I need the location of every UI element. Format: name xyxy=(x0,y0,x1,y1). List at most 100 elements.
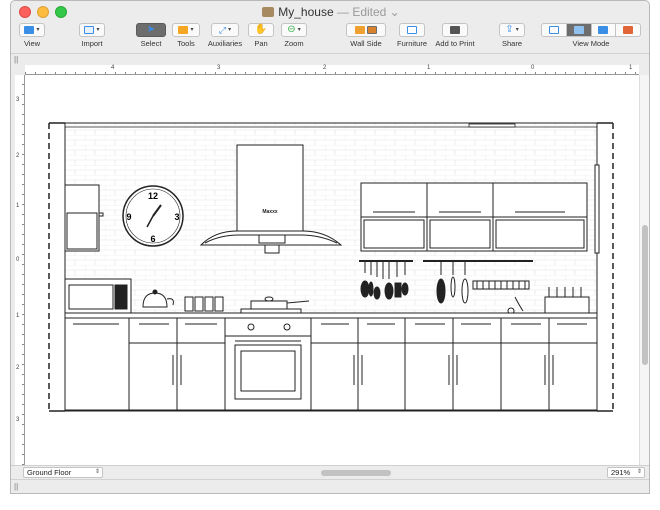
view-mode-2d-button[interactable] xyxy=(542,24,567,36)
furniture-button[interactable] xyxy=(399,23,425,37)
vertical-scroll-thumb[interactable] xyxy=(642,225,648,365)
kitchen-elevation-drawing[interactable]: 12 3 6 9 Maxxx xyxy=(25,75,639,465)
window-title: My_house — Edited ⌄ xyxy=(11,5,649,19)
panel-handle-icon[interactable]: || xyxy=(14,55,18,64)
zoom-label: Zoom xyxy=(284,39,304,48)
app-window: My_house — Edited ⌄ ▾ View ▾ Import ➤ Se… xyxy=(10,0,650,494)
furniture-tool[interactable]: Furniture xyxy=(395,23,429,48)
printer-icon xyxy=(450,26,460,34)
wall-side-a-icon xyxy=(355,26,365,34)
top-status-strip: || xyxy=(11,53,649,65)
tools-tool[interactable]: ▾ Tools xyxy=(171,23,201,48)
chevron-down-icon: ▾ xyxy=(228,27,232,33)
share-button[interactable]: ⇪ ▾ xyxy=(499,23,525,37)
ruler-label: 0 xyxy=(531,65,535,71)
ceiling-vent xyxy=(468,123,516,128)
view-label: View xyxy=(23,39,41,48)
cursor-arrow-icon: ➤ xyxy=(146,24,156,35)
add-to-print-label: Add to Print xyxy=(435,39,475,48)
zoom-level-value: 291% xyxy=(611,468,631,477)
import-icon xyxy=(84,26,95,34)
auxiliaries-tool[interactable]: ⤢ ▾ Auxiliaries xyxy=(205,23,245,48)
title-separator: — xyxy=(336,5,349,19)
chevron-down-icon: ▾ xyxy=(515,27,519,33)
zoom-tool[interactable]: ⊖ ▾ Zoom xyxy=(279,23,309,48)
add-to-print-button[interactable] xyxy=(442,23,468,37)
ruler-label: 3 xyxy=(217,65,221,71)
clock-number: 9 xyxy=(126,212,131,222)
wall-tool-icon xyxy=(178,26,189,34)
title-bar: My_house — Edited ⌄ xyxy=(11,1,649,23)
view-mode-tool[interactable]: View Mode xyxy=(539,23,643,48)
select-button[interactable]: ➤ xyxy=(136,23,166,37)
auxiliaries-button[interactable]: ⤢ ▾ xyxy=(211,23,239,37)
floor-selector[interactable]: Ground Floor ⇕ xyxy=(23,467,103,478)
ruler-label: 3 xyxy=(16,417,20,423)
ruler-label: 1 xyxy=(629,65,633,71)
magnifier-icon: ⊖ xyxy=(287,24,296,35)
import-label: Import xyxy=(81,39,103,48)
vertical-scrollbar[interactable] xyxy=(639,75,649,465)
wall-side-button[interactable] xyxy=(346,23,386,37)
share-tool[interactable]: ⇪ ▾ Share xyxy=(497,23,527,48)
zoom-level-selector[interactable]: 291% ⇕ xyxy=(607,467,645,478)
pan-button[interactable]: ✋ xyxy=(248,23,274,37)
view-mode-segmented[interactable] xyxy=(541,23,641,37)
view-mode-render-button[interactable] xyxy=(616,24,640,36)
select-label: Select xyxy=(140,39,162,48)
tools-button[interactable]: ▾ xyxy=(172,23,200,37)
pan-tool[interactable]: ✋ Pan xyxy=(247,23,275,48)
ruler-label: 1 xyxy=(16,313,20,319)
view-button[interactable]: ▾ xyxy=(19,23,45,37)
bottom-status-strip: || xyxy=(11,479,649,493)
ruler-label: 2 xyxy=(323,65,327,71)
horizontal-scroll-thumb[interactable] xyxy=(321,470,391,476)
clock-number: 6 xyxy=(150,234,155,244)
ruler-label: 3 xyxy=(16,97,20,103)
horizontal-scrollbar[interactable] xyxy=(111,469,601,477)
bottom-bar: Ground Floor ⇕ 291% ⇕ xyxy=(11,465,649,479)
import-tool[interactable]: ▾ Import xyxy=(77,23,107,48)
oven xyxy=(224,317,312,411)
document-icon xyxy=(262,7,275,17)
import-button[interactable]: ▾ xyxy=(79,23,105,37)
ruler-label: 1 xyxy=(16,203,20,209)
chevron-down-icon: ▾ xyxy=(96,27,100,33)
share-label: Share xyxy=(501,39,522,48)
ruler-label: 4 xyxy=(111,65,115,71)
furniture-label: Furniture xyxy=(396,39,427,48)
edited-status[interactable]: Edited xyxy=(352,5,386,19)
countertop xyxy=(64,312,598,319)
house-3d-icon xyxy=(598,26,609,34)
base-cabinets xyxy=(64,317,598,411)
furniture-icon xyxy=(407,26,417,34)
pan-label: Pan xyxy=(254,39,268,48)
wall-side-b-icon xyxy=(367,26,377,34)
select-tool[interactable]: ➤ Select xyxy=(135,23,167,48)
clock-number: 12 xyxy=(148,191,158,201)
panel-handle-icon[interactable]: || xyxy=(14,482,18,491)
left-wall-cabinet xyxy=(64,184,104,252)
vertical-ruler: 3 2 1 0 1 2 3 xyxy=(15,75,25,465)
chevron-down-icon: ▾ xyxy=(190,27,194,33)
chevron-down-icon: ▾ xyxy=(36,27,40,33)
wall-side-tool[interactable]: Wall Side xyxy=(345,23,387,48)
render-icon xyxy=(623,26,634,34)
wall-side-label: Wall Side xyxy=(350,39,382,48)
view-mode-3d-button[interactable] xyxy=(592,24,617,36)
sidebar-view-icon xyxy=(24,26,35,34)
add-to-print-tool[interactable]: Add to Print xyxy=(431,23,479,48)
ruler-label: 2 xyxy=(16,365,20,371)
clock-number: 3 xyxy=(174,212,179,222)
auxiliaries-label: Auxiliaries xyxy=(207,39,243,48)
right-wall-edge xyxy=(594,164,600,254)
zoom-button[interactable]: ⊖ ▾ xyxy=(281,23,307,37)
drawing-canvas[interactable]: 12 3 6 9 Maxxx xyxy=(25,75,639,465)
upper-cabinets xyxy=(360,182,588,252)
view-mode-elevation-button[interactable] xyxy=(566,24,592,36)
ruler-label: 2 xyxy=(16,153,20,159)
plan-2d-icon xyxy=(548,26,559,34)
elevation-icon xyxy=(573,26,584,34)
chevron-down-icon[interactable]: ⌄ xyxy=(386,5,400,19)
view-tool[interactable]: ▾ View xyxy=(17,23,47,48)
